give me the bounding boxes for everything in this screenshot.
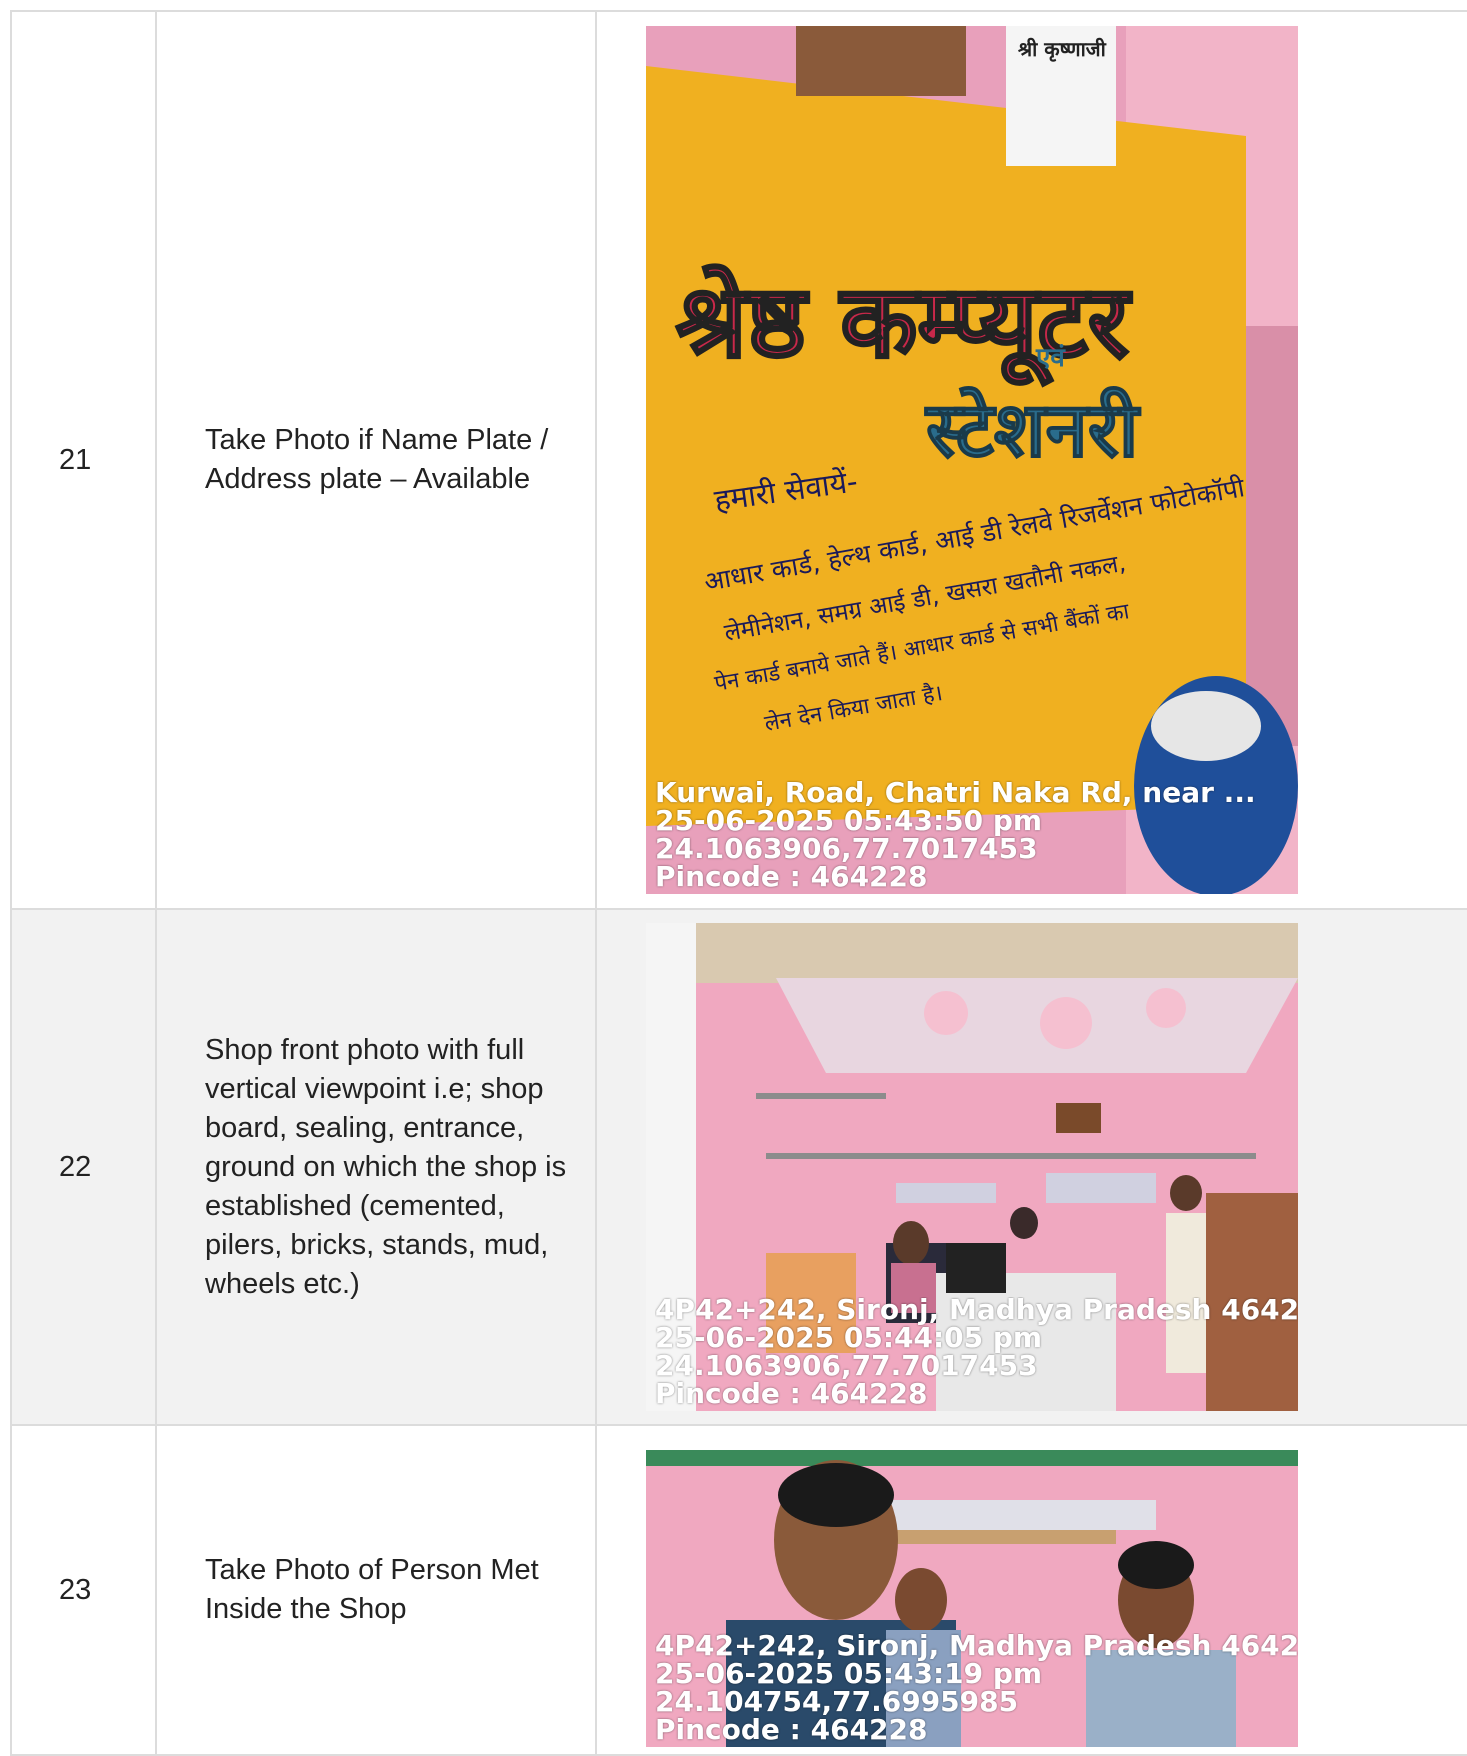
table-row: 21 Take Photo if Name Plate / Address pl…	[10, 10, 1467, 910]
photo-cell: 4P42+242, Sironj, Madhya Pradesh 4642 25…	[595, 908, 1467, 1426]
row-label: Take Photo if Name Plate / Address plate…	[155, 10, 597, 910]
row-label: Shop front photo with full vertical view…	[155, 908, 597, 1426]
name-plate-image: श्री कृष्णाजी श्रेष्ठ कम्प्यूटर एवं स्टे…	[646, 26, 1298, 894]
photo-cell: श्री कृष्णाजी श्रेष्ठ कम्प्यूटर एवं स्टे…	[595, 10, 1467, 910]
photo-checklist-table: 21 Take Photo if Name Plate / Address pl…	[10, 10, 1467, 1756]
row-number: 21	[10, 10, 157, 910]
row-number: 22	[10, 908, 157, 1426]
shop-front-photo[interactable]: 4P42+242, Sironj, Madhya Pradesh 4642 25…	[646, 923, 1298, 1411]
person-met-photo[interactable]: 4P42+242, Sironj, Madhya Pradesh 4642 25…	[646, 1449, 1298, 1747]
photo-cell: 4P42+242, Sironj, Madhya Pradesh 4642 25…	[595, 1424, 1467, 1756]
stamp-pincode: Pincode : 464228	[655, 1712, 928, 1745]
geo-stamp: 4P42+242, Sironj, Madhya Pradesh 4642 25…	[655, 1633, 1298, 1745]
table-row: 22 Shop front photo with full vertical v…	[10, 908, 1467, 1426]
table-row: 23 Take Photo of Person Met Inside the S…	[10, 1424, 1467, 1756]
board-stationery: स्टेशनरी	[924, 385, 1141, 474]
name-plate-photo[interactable]: श्री कृष्णाजी श्रेष्ठ कम्प्यूटर एवं स्टे…	[646, 26, 1298, 894]
stamp-pincode: Pincode : 464228	[655, 860, 928, 892]
geo-stamp: Kurwai, Road, Chatri Naka Rd, near ... 2…	[655, 780, 1298, 892]
row-label: Take Photo of Person Met Inside the Shop	[155, 1424, 597, 1756]
stamp-pincode: Pincode : 464228	[655, 1377, 928, 1409]
geo-stamp: 4P42+242, Sironj, Madhya Pradesh 4642 25…	[655, 1297, 1298, 1409]
row-number: 23	[10, 1424, 157, 1756]
poster-title: श्री कृष्णाजी	[1018, 37, 1107, 62]
board-and: एवं	[1035, 343, 1066, 373]
